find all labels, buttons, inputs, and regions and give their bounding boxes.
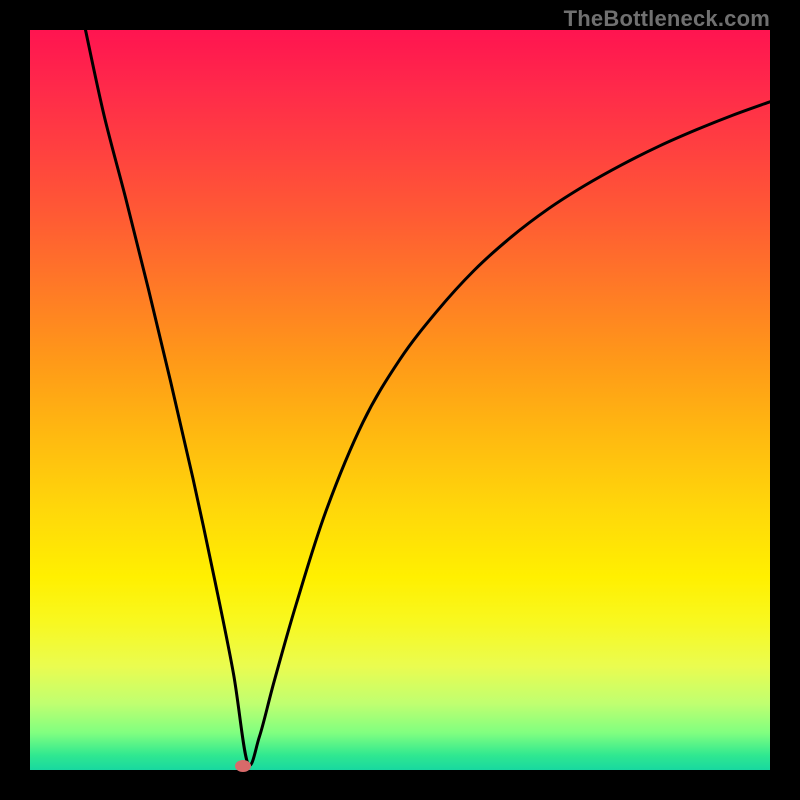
chart-frame: TheBottleneck.com [0, 0, 800, 800]
minimum-marker [235, 760, 251, 772]
curve-svg [30, 30, 770, 770]
watermark-text: TheBottleneck.com [564, 6, 770, 32]
plot-area [30, 30, 770, 770]
bottleneck-curve [86, 30, 771, 765]
